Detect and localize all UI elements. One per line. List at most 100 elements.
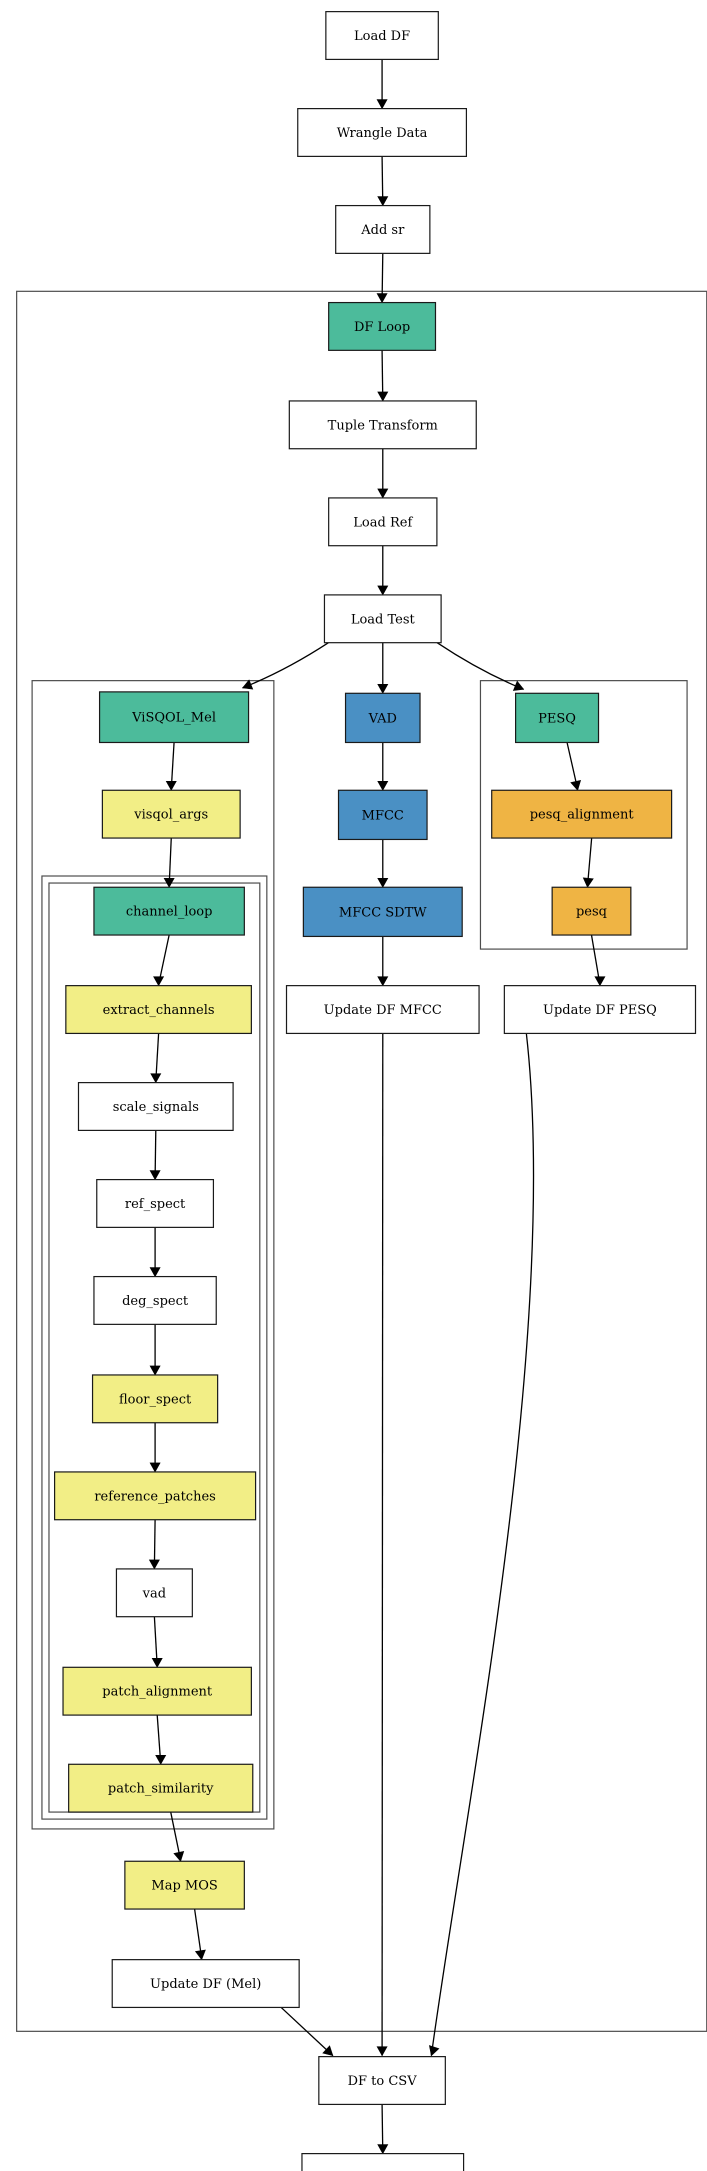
node-visqol_args[interactable]: visqol_args xyxy=(101,789,241,839)
node-label-visqol_mel: ViSQOL_Mel xyxy=(131,711,216,726)
node-label-deg_spect: deg_spect xyxy=(122,1294,189,1309)
arrowhead xyxy=(377,391,389,402)
node-add_sr[interactable]: Add sr xyxy=(335,204,431,254)
edge-extract_channels-to-scale_signals xyxy=(150,1033,162,1084)
node-box-graph_output[interactable] xyxy=(301,2153,465,2171)
edge-load_test-to-vad_big xyxy=(377,642,389,694)
arrowhead xyxy=(149,1267,161,1278)
arrowhead xyxy=(377,780,389,791)
arrowhead xyxy=(377,585,389,596)
arrowhead xyxy=(155,1754,167,1765)
node-pesq_small[interactable]: pesq xyxy=(551,886,632,936)
node-label-channel_loop: channel_loop xyxy=(126,905,213,920)
node-load_ref[interactable]: Load Ref xyxy=(328,497,438,547)
arrowhead xyxy=(194,1949,206,1961)
node-patch_similarity[interactable]: patch_similarity xyxy=(68,1763,254,1813)
node-label-reference_patches: reference_patches xyxy=(94,1489,215,1504)
arrowhead xyxy=(582,877,594,888)
node-scale_signals[interactable]: scale_signals xyxy=(77,1082,234,1132)
arrowhead xyxy=(165,780,177,791)
arrowhead xyxy=(570,779,582,791)
edge-visqol_args-to-channel_loop xyxy=(163,838,175,888)
edge-load_df-to-wrangle_data xyxy=(376,59,388,110)
node-df_loop[interactable]: DF Loop xyxy=(328,301,437,351)
node-load_df[interactable]: Load DF xyxy=(325,11,439,61)
edge-scale_signals-to-ref_spect xyxy=(149,1130,161,1181)
node-ref_spect[interactable]: ref_spect xyxy=(96,1178,215,1228)
node-vad_big[interactable]: VAD xyxy=(344,692,421,744)
arrowhead xyxy=(428,2045,440,2057)
node-label-mfcc: MFCC xyxy=(362,808,404,823)
arrowhead xyxy=(377,196,389,207)
node-label-load_ref: Load Ref xyxy=(353,515,413,530)
node-label-patch_similarity: patch_similarity xyxy=(108,1782,214,1797)
node-label-ref_spect: ref_spect xyxy=(125,1197,186,1212)
node-tuple_transform[interactable]: Tuple Transform xyxy=(288,400,477,450)
edge-floor_spect-to-reference_patches xyxy=(149,1422,161,1473)
edge-update_df_mfcc-to-df_to_csv xyxy=(376,1033,388,2057)
arrowhead xyxy=(376,99,388,110)
node-label-mfcc_sdtw: MFCC SDTW xyxy=(339,905,427,920)
node-channel_loop[interactable]: channel_loop xyxy=(93,886,245,936)
edge-wrangle_data-to-add_sr xyxy=(377,156,389,207)
arrowhead xyxy=(149,1365,161,1376)
node-label-vad_small: vad xyxy=(142,1586,166,1601)
node-map_mos[interactable]: Map MOS xyxy=(124,1860,245,1910)
node-load_test[interactable]: Load Test xyxy=(323,594,442,644)
arrowhead xyxy=(173,1851,185,1862)
edge-map_mos-to-update_df_mel xyxy=(193,1908,206,1961)
arrowhead xyxy=(377,488,389,499)
node-update_df_mfcc[interactable]: Update DF MFCC xyxy=(285,985,480,1035)
node-label-update_df_mel: Update DF (Mel) xyxy=(150,1977,261,1992)
edge-df_loop-to-tuple_transform xyxy=(377,350,389,402)
edge-line xyxy=(381,1033,384,2056)
cluster-visqol_cluster xyxy=(31,680,275,1830)
arrowhead xyxy=(149,1170,161,1181)
node-update_df_pesq[interactable]: Update DF PESQ xyxy=(503,985,697,1035)
node-label-add_sr: Add sr xyxy=(360,223,405,238)
node-label-patch_alignment: patch_alignment xyxy=(102,1685,213,1700)
node-df_to_csv[interactable]: DF to CSV xyxy=(318,2056,446,2106)
node-wrangle_data[interactable]: Wrangle Data xyxy=(297,108,468,157)
edge-pesq_alignment-to-pesq_small xyxy=(582,838,594,888)
edge-ref_spect-to-deg_spect xyxy=(149,1227,161,1278)
node-update_df_mel[interactable]: Update DF (Mel) xyxy=(111,1959,300,2009)
node-graph_output[interactable]: Graph Output xyxy=(301,2153,465,2171)
node-mfcc_sdtw[interactable]: MFCC SDTW xyxy=(302,886,463,938)
node-floor_spect[interactable]: floor_spect xyxy=(91,1374,219,1424)
node-label-update_df_mfcc: Update DF MFCC xyxy=(324,1003,442,1018)
node-label-scale_signals: scale_signals xyxy=(113,1100,199,1115)
edge-patch_alignment-to-patch_similarity xyxy=(155,1715,167,1765)
node-visqol_mel[interactable]: ViSQOL_Mel xyxy=(98,691,250,744)
node-label-visqol_args: visqol_args xyxy=(133,808,208,823)
arrowhead xyxy=(151,1658,163,1668)
node-extract_channels[interactable]: extract_channels xyxy=(65,985,252,1035)
arrowhead xyxy=(377,683,389,694)
arrowhead xyxy=(149,1462,161,1473)
node-label-df_loop: DF Loop xyxy=(354,320,410,335)
node-patch_alignment[interactable]: patch_alignment xyxy=(62,1666,252,1716)
edge-pesq-to-pesq_alignment xyxy=(566,742,582,791)
flowchart-canvas: Load DF Wrangle Data Add sr DF Loop Tuple Tr… xyxy=(0,0,707,2171)
node-label-update_df_pesq: Update DF PESQ xyxy=(543,1003,657,1018)
node-reference_patches[interactable]: reference_patches xyxy=(53,1471,257,1521)
node-pesq_alignment[interactable]: pesq_alignment xyxy=(491,789,673,839)
edge-load_ref-to-load_test xyxy=(377,545,389,596)
node-deg_spect[interactable]: deg_spect xyxy=(93,1275,217,1325)
edge-add_sr-to-df_loop xyxy=(376,253,388,304)
edge-pesq_small-to-update_df_pesq xyxy=(590,934,606,987)
node-vad_small[interactable]: vad xyxy=(115,1568,193,1618)
node-label-extract_channels: extract_channels xyxy=(103,1003,215,1018)
edge-visqol_mel-to-visqol_args xyxy=(165,742,177,791)
edge-tuple_transform-to-load_ref xyxy=(377,448,389,499)
arrowhead xyxy=(148,1559,160,1570)
node-label-floor_spect: floor_spect xyxy=(119,1392,192,1407)
edge-deg_spect-to-floor_spect xyxy=(149,1324,161,1376)
arrowhead xyxy=(150,1073,162,1084)
node-label-vad_big: VAD xyxy=(368,711,397,726)
node-label-load_df: Load DF xyxy=(354,29,410,44)
node-mfcc[interactable]: MFCC xyxy=(337,789,428,841)
edge-update_df_pesq-to-df_to_csv xyxy=(428,1033,535,2057)
node-label-pesq: PESQ xyxy=(538,711,576,726)
node-pesq[interactable]: PESQ xyxy=(515,692,600,744)
